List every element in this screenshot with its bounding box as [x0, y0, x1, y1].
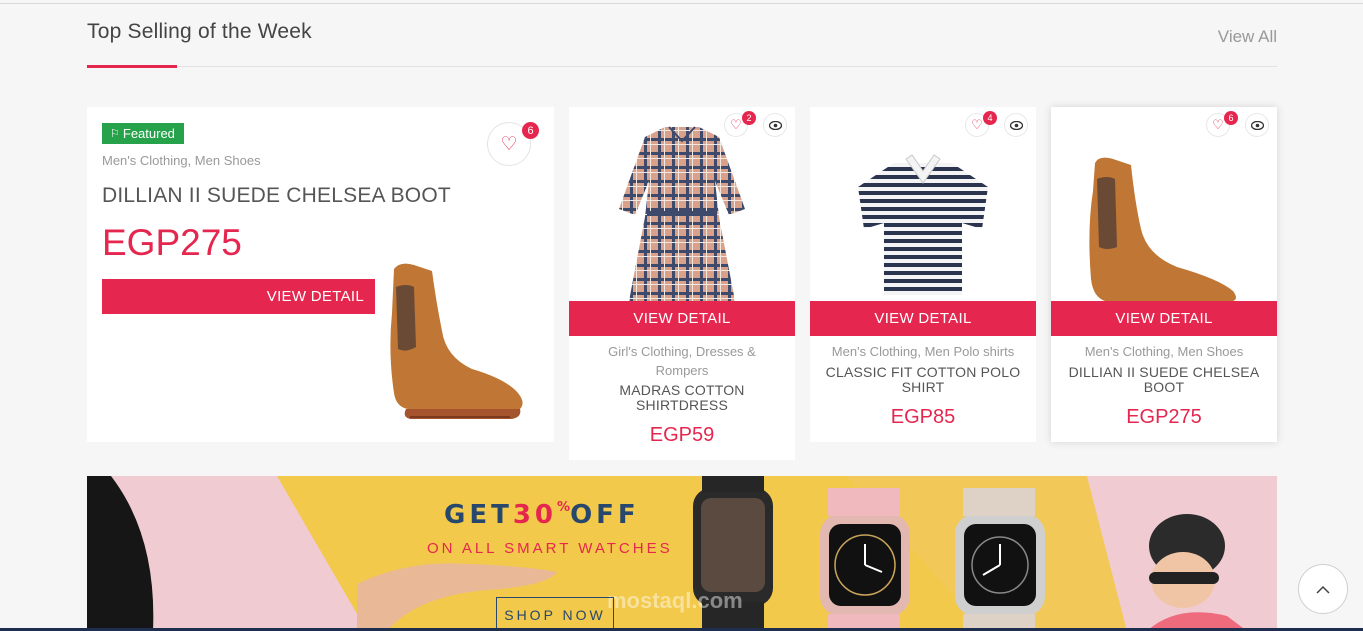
product-price: EGP85	[890, 406, 956, 428]
product-categories[interactable]: Men's Clothing, Men Polo shirts	[828, 342, 1018, 361]
banner-subline: ON ALL SMART WATCHES	[427, 540, 673, 557]
shop-now-button[interactable]: SHOP NOW	[496, 597, 614, 631]
product-card[interactable]: ♡ 4 VIEW DETAIL Men's Clothing, Men Polo…	[810, 107, 1036, 442]
promo-banner[interactable]: GET30%OFF ON ALL SMART WATCHES mostaql.c…	[87, 476, 1277, 631]
headline-off: OFF	[570, 500, 640, 530]
product-image-chelsea-boot[interactable]	[1051, 119, 1277, 301]
product-image-chelsea-boot[interactable]	[380, 257, 530, 427]
product-categories[interactable]: Men's Clothing, Men Shoes	[102, 153, 261, 168]
watermark: mostaql.com	[607, 588, 743, 613]
product-price: EGP59	[649, 424, 715, 446]
chevron-up-icon	[1316, 585, 1330, 594]
flag-icon: ⚐	[110, 128, 120, 140]
product-categories[interactable]: Girl's Clothing, Dresses & Rompers	[587, 342, 777, 380]
scroll-to-top-button[interactable]	[1298, 564, 1348, 614]
section-title: Top Selling of the Week	[87, 20, 312, 43]
banner-headline: GET30%OFF	[444, 500, 640, 530]
product-card[interactable]: ♡ 6 VIEW DETAIL Men's Clothing, Men Shoe…	[1051, 107, 1277, 442]
title-accent-bar	[87, 65, 177, 68]
headline-get: GET	[444, 500, 513, 530]
featured-badge-label: Featured	[122, 126, 175, 141]
product-card[interactable]: ♡ 2 VIEW DETAIL Girl's Clothing, Dresses…	[569, 107, 795, 460]
product-name[interactable]: MADRAS COTTON SHIRTDRESS	[579, 383, 785, 413]
top-divider	[0, 3, 1363, 4]
title-divider	[87, 66, 1277, 67]
view-detail-button[interactable]: VIEW DETAIL	[569, 301, 795, 336]
product-name[interactable]: DILLIAN II SUEDE CHELSEA BOOT	[102, 184, 451, 208]
heart-icon: ♡	[500, 133, 518, 155]
view-detail-button[interactable]: VIEW DETAIL	[1051, 301, 1277, 336]
view-detail-button[interactable]: VIEW DETAIL	[810, 301, 1036, 336]
view-detail-button[interactable]: VIEW DETAIL	[102, 279, 375, 314]
product-name[interactable]: CLASSIC FIT COTTON POLO SHIRT	[820, 365, 1026, 395]
headline-number: 30	[512, 500, 558, 530]
wishlist-count: 6	[522, 122, 539, 139]
product-image-polo-shirt[interactable]	[810, 119, 1036, 301]
product-image-plaid-dress[interactable]	[569, 119, 795, 301]
product-categories[interactable]: Men's Clothing, Men Shoes	[1069, 342, 1259, 361]
featured-product-card[interactable]: ⚐ Featured Men's Clothing, Men Shoes DIL…	[87, 107, 554, 442]
headline-percent: %	[557, 500, 571, 515]
product-name[interactable]: DILLIAN II SUEDE CHELSEA BOOT	[1061, 365, 1267, 395]
view-all-link[interactable]: View All	[1218, 27, 1277, 47]
product-price: EGP275	[102, 222, 242, 263]
featured-badge: ⚐ Featured	[102, 123, 184, 144]
product-price: EGP275	[1126, 406, 1202, 428]
